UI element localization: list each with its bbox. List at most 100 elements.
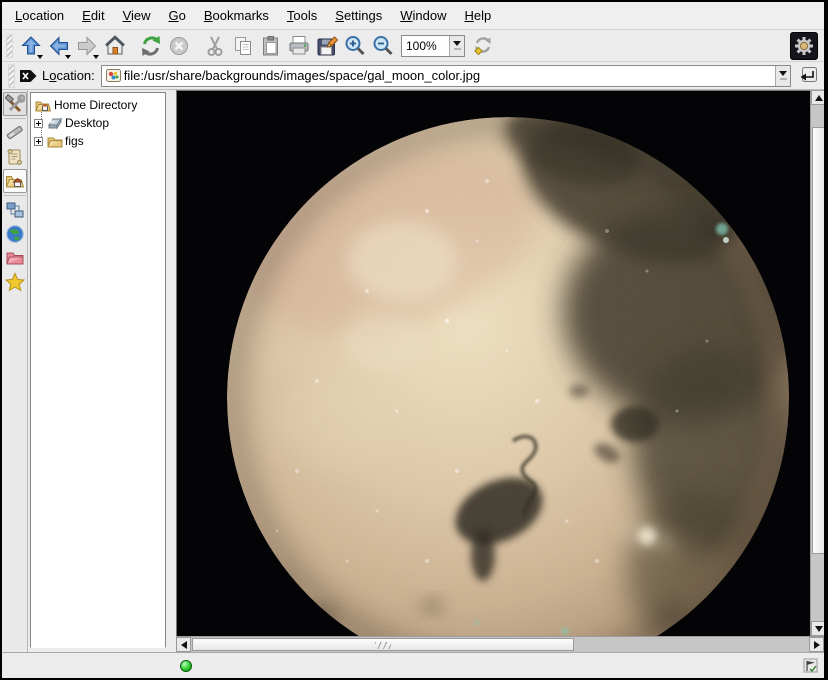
sidebar-separator [4, 118, 26, 119]
location-url[interactable]: file:/usr/share/backgrounds/images/space… [124, 68, 775, 83]
sidebar-separator [4, 195, 26, 196]
folder-tree-panel: Home Directory Desktop figs [30, 92, 166, 648]
up-dropdown-caret[interactable] [37, 55, 43, 59]
location-combo-arrow[interactable] [775, 66, 790, 86]
view-status-flag-icon[interactable] [803, 658, 818, 673]
tree-item-home-directory[interactable]: Home Directory [31, 96, 165, 114]
zoom-level-combobox[interactable]: 100% [401, 35, 465, 57]
configure-icon [5, 94, 25, 114]
back-button[interactable] [45, 32, 73, 60]
clear-location-icon[interactable] [19, 68, 38, 84]
status-led-icon [180, 660, 192, 672]
menu-help[interactable]: Help [456, 4, 501, 27]
panel-splitter[interactable] [166, 90, 176, 652]
zoom-in-button[interactable] [341, 32, 369, 60]
zoom-in-icon [343, 34, 367, 58]
tree-item-label[interactable]: Desktop [65, 116, 109, 130]
sidebar-home-folder-button[interactable] [3, 169, 27, 193]
expand-plus-icon[interactable] [34, 119, 43, 128]
sidebar-web-button[interactable] [3, 222, 27, 246]
vertical-scrollbar[interactable] [810, 90, 826, 636]
folder-home-icon [5, 171, 25, 191]
paste-button[interactable] [257, 32, 285, 60]
left-triangle-icon [181, 641, 187, 649]
sidebar-root-folder-button[interactable] [3, 246, 27, 270]
go-button[interactable] [796, 64, 820, 88]
save-as-button[interactable] [313, 32, 341, 60]
horizontal-scrollbar-track[interactable] [191, 637, 809, 652]
home-icon [103, 34, 127, 58]
folder-home-icon [35, 98, 52, 113]
copy-button[interactable] [229, 32, 257, 60]
menu-bar: Location Edit View Go Bookmarks Tools Se… [2, 2, 824, 30]
menu-bookmarks[interactable]: Bookmarks [195, 4, 278, 27]
location-combobox[interactable]: file:/usr/share/backgrounds/images/space… [101, 65, 791, 87]
moon-image-view[interactable] [176, 90, 810, 636]
scroll-up-button[interactable] [811, 90, 826, 105]
horizontal-scrollbar-thumb[interactable] [192, 638, 574, 651]
zoom-out-button[interactable] [369, 32, 397, 60]
menu-window[interactable]: Window [391, 4, 455, 27]
up-triangle-icon [815, 95, 823, 101]
zoom-combo-arrow[interactable] [449, 36, 464, 56]
red-folder-icon [5, 248, 25, 268]
cut-button[interactable] [201, 32, 229, 60]
kde-gear-icon [793, 35, 815, 57]
toolbar-grip[interactable] [6, 34, 13, 58]
scroll-down-button[interactable] [811, 621, 826, 636]
back-dropdown-caret[interactable] [65, 55, 71, 59]
print-button[interactable] [285, 32, 313, 60]
reload-button[interactable] [137, 32, 165, 60]
save-as-icon [315, 34, 339, 58]
menu-edit[interactable]: Edit [73, 4, 113, 27]
print-icon [287, 34, 311, 58]
desktop-icon [47, 116, 63, 130]
menu-settings[interactable]: Settings [326, 4, 391, 27]
sidebar-devices-button[interactable] [3, 121, 27, 145]
scroll-right-button[interactable] [809, 637, 824, 652]
location-label: Location: [42, 68, 95, 83]
menu-location[interactable]: Location [6, 4, 73, 27]
forward-button[interactable] [73, 32, 101, 60]
stop-button[interactable] [165, 32, 193, 60]
vertical-scrollbar-thumb[interactable] [812, 127, 825, 554]
konqueror-window: Location Edit View Go Bookmarks Tools Se… [0, 0, 828, 680]
globe-icon [5, 224, 25, 244]
rotate-icon [471, 34, 495, 58]
right-triangle-icon [814, 641, 820, 649]
sidebar-button-strip [2, 90, 28, 652]
paste-icon [259, 34, 283, 58]
tree-item-figs[interactable]: figs [31, 132, 165, 150]
expand-plus-icon[interactable] [34, 137, 43, 146]
tree-item-desktop[interactable]: Desktop [31, 114, 165, 132]
vertical-scrollbar-track[interactable] [811, 105, 826, 621]
location-toolbar-grip[interactable] [8, 64, 15, 88]
horizontal-scrollbar[interactable] [176, 636, 824, 652]
zoom-level-value: 100% [402, 39, 449, 53]
scroll-left-button[interactable] [176, 637, 191, 652]
copy-icon [231, 34, 255, 58]
moon-image [177, 91, 810, 636]
devices-icon [5, 123, 25, 143]
content-view-column [176, 90, 824, 652]
stop-icon [167, 34, 191, 58]
location-toolbar: Location: file:/usr/share/backgrounds/im… [2, 62, 824, 90]
go-enter-icon [798, 66, 818, 86]
cut-scissors-icon [203, 34, 227, 58]
menu-view[interactable]: View [114, 4, 160, 27]
menu-go[interactable]: Go [160, 4, 195, 27]
up-button[interactable] [17, 32, 45, 60]
tree-item-label[interactable]: figs [65, 134, 84, 148]
forward-dropdown-caret[interactable] [93, 55, 99, 59]
home-button[interactable] [101, 32, 129, 60]
kde-throbber [790, 32, 818, 60]
rotate-button[interactable] [469, 32, 497, 60]
menu-tools[interactable]: Tools [278, 4, 326, 27]
sidebar-history-button[interactable] [3, 145, 27, 169]
sidebar-configure-button[interactable] [3, 92, 27, 116]
sidebar-network-button[interactable] [3, 198, 27, 222]
history-scroll-icon [5, 147, 25, 167]
bookmark-star-icon [5, 272, 25, 292]
tree-item-label[interactable]: Home Directory [54, 98, 137, 112]
sidebar-bookmarks-button[interactable] [3, 270, 27, 294]
